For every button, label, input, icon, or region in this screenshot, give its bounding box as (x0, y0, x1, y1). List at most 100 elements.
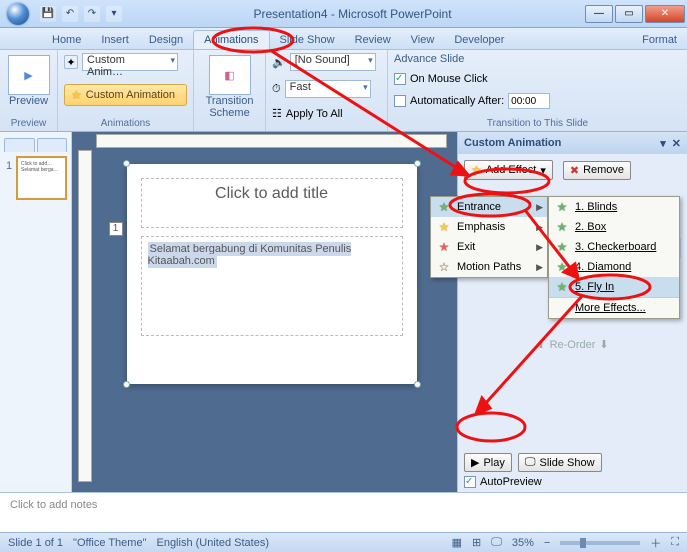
star-icon: ★ (555, 280, 569, 294)
autopreview-checkbox[interactable] (464, 476, 476, 488)
office-button[interactable] (0, 0, 36, 28)
reorder-up-icon[interactable]: ⬆ (536, 338, 545, 351)
menu-motion-paths[interactable]: ☆Motion Paths▶ (431, 257, 547, 277)
transition-speed-dropdown[interactable]: Fast (285, 80, 371, 98)
redo-icon[interactable]: ↷ (84, 6, 100, 22)
menu-emphasis[interactable]: ★Emphasis▶ (431, 217, 547, 237)
tab-animations[interactable]: Animations (193, 30, 269, 49)
sound-icon: 🔊 (272, 56, 286, 69)
auto-after-time[interactable] (508, 93, 550, 109)
menu-exit[interactable]: ★Exit▶ (431, 237, 547, 257)
tab-slide-show[interactable]: Slide Show (270, 31, 345, 49)
star-icon: ★ (71, 88, 82, 102)
tab-developer[interactable]: Developer (444, 31, 514, 49)
ribbon: ▶ Preview Preview ✦Custom Anim… ★Custom … (0, 50, 687, 132)
title-placeholder[interactable]: Click to add title (141, 178, 403, 228)
zoom-out-icon[interactable]: − (544, 537, 550, 549)
tab-design[interactable]: Design (139, 31, 193, 49)
save-icon[interactable]: 💾 (40, 6, 56, 22)
add-effect-menu: ★Entrance▶ ★Emphasis▶ ★Exit▶ ☆Motion Pat… (430, 196, 548, 278)
transition-scheme-label: Transition Scheme (206, 95, 254, 119)
status-bar: Slide 1 of 1 "Office Theme" English (Uni… (0, 532, 687, 552)
horizontal-ruler (96, 134, 447, 148)
outline-tab[interactable] (37, 138, 68, 152)
star-icon: ★ (437, 240, 451, 254)
status-theme: "Office Theme" (73, 537, 146, 549)
effect-box[interactable]: ★2. Box (549, 217, 679, 237)
title-bar: 💾 ↶ ↷ ▾ Presentation4 - Microsoft PowerP… (0, 0, 687, 28)
add-effect-button[interactable]: ★Add Effect ▾ (464, 160, 553, 180)
fit-to-window-icon[interactable]: ⛶ (671, 536, 679, 549)
entrance-effects-menu: ★1. Blinds ★2. Box ★3. Checkerboard ★4. … (548, 196, 680, 319)
tab-format[interactable]: Format (632, 31, 687, 49)
star-icon: ★ (555, 240, 569, 254)
slideshow-button[interactable]: 🖵 Slide Show (518, 453, 602, 472)
auto-after-label: Automatically After: (410, 95, 504, 107)
star-icon: ★ (555, 200, 569, 214)
transition-sound-dropdown[interactable]: [No Sound] (290, 53, 376, 71)
tab-view[interactable]: View (401, 31, 445, 49)
preview-label: Preview (9, 95, 48, 107)
view-sorter-icon[interactable]: ⊞ (472, 536, 481, 549)
remove-icon: ✖ (570, 164, 579, 177)
print-icon[interactable]: ▾ (106, 6, 122, 22)
star-icon: ★ (471, 163, 482, 177)
slide-editor: 1 Click to add title Selamat bergabung d… (72, 132, 457, 492)
vertical-ruler (78, 150, 92, 482)
close-button[interactable]: ✕ (645, 5, 685, 23)
on-mouse-click-checkbox[interactable] (394, 73, 406, 85)
slide-thumbnail-1[interactable]: 1Click to add…Selamat berga… (16, 156, 67, 200)
star-icon: ★ (555, 260, 569, 274)
zoom-slider[interactable] (560, 541, 640, 545)
transition-icon: ◧ (209, 55, 251, 95)
transition-scheme-button[interactable]: ◧ Transition Scheme (200, 53, 259, 121)
status-zoom: 35% (512, 537, 534, 549)
group-label-animations: Animations (64, 118, 187, 129)
effect-more-effects[interactable]: More Effects... (549, 298, 679, 318)
notes-pane[interactable]: Click to add notes (0, 492, 687, 532)
star-icon: ★ (555, 220, 569, 234)
auto-after-checkbox[interactable] (394, 95, 406, 107)
animation-sequence-badge[interactable]: 1 (109, 222, 123, 236)
minimize-button[interactable]: — (585, 5, 613, 23)
menu-entrance[interactable]: ★Entrance▶ (431, 197, 547, 217)
slide-canvas[interactable]: 1 Click to add title Selamat bergabung d… (127, 164, 417, 384)
preview-icon: ▶ (8, 55, 50, 95)
star-icon: ☆ (437, 260, 451, 274)
custom-anim-dropdown[interactable]: Custom Anim… (82, 53, 178, 71)
zoom-in-icon[interactable]: ＋ (650, 535, 661, 551)
autopreview-label: AutoPreview (480, 476, 542, 488)
taskpane-close-icon[interactable]: ✕ (672, 137, 681, 150)
advance-slide-label: Advance Slide (394, 53, 681, 65)
star-icon: ★ (437, 200, 451, 214)
status-language: English (United States) (156, 537, 269, 549)
reorder-down-icon[interactable]: ⬇ (599, 338, 608, 351)
apply-all-icon: ☷ (272, 107, 282, 120)
tab-home[interactable]: Home (42, 31, 91, 49)
group-label-preview: Preview (6, 118, 51, 129)
content-text: Selamat bergabung di Komunitas Penulis K… (148, 242, 352, 268)
effect-blinds[interactable]: ★1. Blinds (549, 197, 679, 217)
preview-button[interactable]: ▶ Preview (6, 53, 51, 109)
custom-animation-button[interactable]: ★Custom Animation (64, 84, 187, 106)
tab-insert[interactable]: Insert (91, 31, 139, 49)
content-placeholder[interactable]: Selamat bergabung di Komunitas Penulis K… (141, 236, 403, 336)
slides-tab[interactable] (4, 138, 35, 152)
maximize-button[interactable]: ▭ (615, 5, 643, 23)
play-button[interactable]: ▶ Play (464, 453, 512, 472)
tab-review[interactable]: Review (345, 31, 401, 49)
effect-diamond[interactable]: ★4. Diamond (549, 257, 679, 277)
slide-panel: 1Click to add…Selamat berga… (0, 132, 72, 492)
ribbon-tabs: Home Insert Design Animations Slide Show… (0, 28, 687, 50)
view-normal-icon[interactable]: ▦ (452, 536, 462, 549)
taskpane-dropdown-icon[interactable]: ▾ (660, 137, 666, 150)
remove-effect-button[interactable]: ✖Remove (563, 161, 631, 180)
undo-icon[interactable]: ↶ (62, 6, 78, 22)
reorder-controls: ⬆ Re-Order ⬇ (464, 338, 681, 351)
view-slideshow-icon[interactable]: 🖵 (491, 536, 502, 549)
apply-to-all-button[interactable]: Apply To All (286, 108, 343, 120)
effect-fly-in[interactable]: ★5. Fly In (549, 277, 679, 297)
status-slide: Slide 1 of 1 (8, 537, 63, 549)
group-label-transition: Transition to This Slide (394, 118, 681, 129)
effect-checkerboard[interactable]: ★3. Checkerboard (549, 237, 679, 257)
